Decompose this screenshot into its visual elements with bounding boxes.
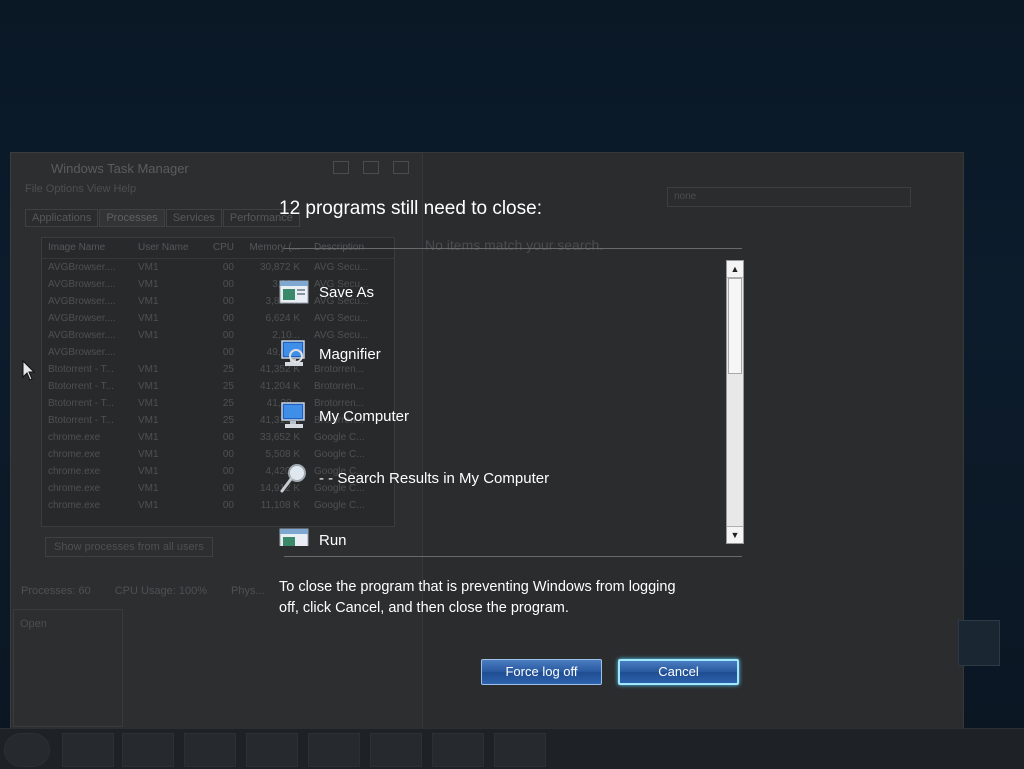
monitor-icon [278, 400, 310, 432]
list-item: Run [278, 522, 347, 546]
program-list-scrollbar[interactable]: ▲ ▼ [726, 260, 744, 544]
list-item: My Computer [278, 398, 409, 434]
program-label: Save As [319, 283, 375, 301]
magnifier-search-icon [278, 462, 310, 494]
monitor-icon [278, 338, 310, 370]
dialog-title: 12 programs still need to close: [279, 198, 542, 219]
cancel-button[interactable]: Cancel [618, 659, 739, 685]
list-item: Save As [278, 274, 374, 310]
program-list[interactable]: Save As Magnifier My Computer - - Search… [278, 258, 724, 546]
divider [284, 556, 742, 557]
window-icon [278, 276, 310, 308]
scroll-thumb[interactable] [728, 278, 742, 374]
dialog-message: To close the program that is preventing … [279, 579, 676, 616]
scroll-down-button[interactable]: ▼ [727, 526, 743, 543]
logoff-dialog: 12 programs still need to close: Save As [0, 0, 1024, 768]
force-log-off-button[interactable]: Force log off [481, 659, 602, 685]
program-label: Magnifier [319, 345, 381, 363]
program-label: Run [319, 531, 347, 547]
list-item: Magnifier [278, 336, 381, 372]
program-label: My Computer [319, 407, 410, 425]
scroll-up-button[interactable]: ▲ [727, 261, 743, 278]
program-label: - - Search Results in My Computer [319, 469, 550, 487]
list-item: - - Search Results in My Computer [278, 460, 549, 496]
window-icon [278, 524, 310, 546]
divider [284, 248, 742, 249]
